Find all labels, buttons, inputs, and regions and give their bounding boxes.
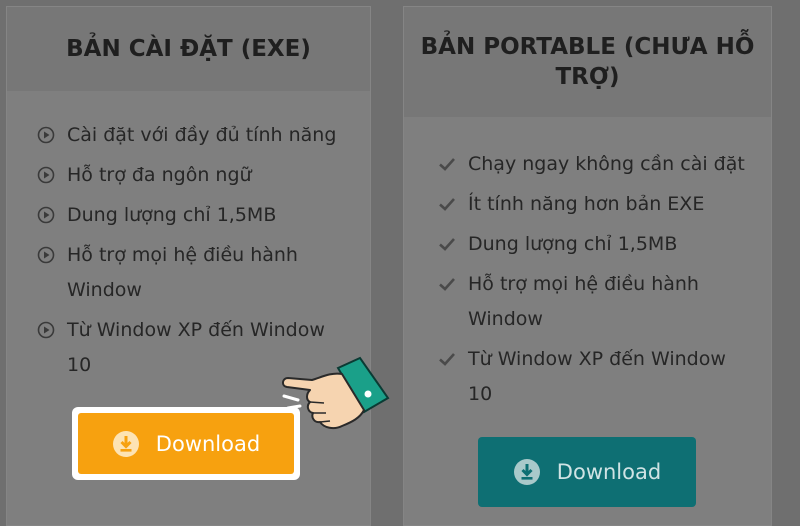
feature-item: Ít tính năng hơn bản EXE: [438, 187, 771, 222]
feature-list-portable: Chạy ngay không cần cài đặt Ít tính năng…: [404, 147, 771, 412]
feature-item: Từ Window XP đến Window 10: [438, 342, 771, 412]
download-portable-label: Download: [556, 460, 662, 484]
download-icon: [513, 459, 540, 485]
feature-text: Từ Window XP đến Window 10: [468, 348, 726, 405]
feature-item: Hỗ trợ mọi hệ điều hành Window: [37, 238, 370, 308]
check-icon: [439, 353, 455, 366]
feature-item: Dung lượng chỉ 1,5MB: [37, 198, 370, 233]
download-installer-label: Download: [155, 431, 261, 456]
feature-item: Chạy ngay không cần cài đặt: [438, 147, 771, 182]
download-icon: [112, 430, 139, 457]
feature-list-installer: Cài đặt với đầy đủ tính năng Hỗ trợ đa n…: [7, 118, 370, 383]
feature-text: Hỗ trợ mọi hệ điều hành Window: [468, 273, 699, 330]
check-icon: [439, 278, 455, 291]
download-installer-button[interactable]: Download: [72, 407, 300, 480]
feature-text: Hỗ trợ mọi hệ điều hành Window: [67, 244, 298, 301]
feature-item: Cài đặt với đầy đủ tính năng: [37, 118, 370, 153]
play-circle-icon: [37, 321, 55, 339]
play-circle-icon: [37, 246, 55, 264]
play-circle-icon: [37, 206, 55, 224]
play-circle-icon: [37, 166, 55, 184]
check-icon: [439, 238, 455, 251]
feature-text: Ít tính năng hơn bản EXE: [468, 193, 705, 215]
check-icon: [439, 158, 455, 171]
feature-item: Dung lượng chỉ 1,5MB: [438, 227, 771, 262]
download-portable-button[interactable]: Download: [478, 437, 696, 507]
feature-text: Dung lượng chỉ 1,5MB: [468, 233, 678, 255]
feature-item: Hỗ trợ mọi hệ điều hành Window: [438, 267, 771, 337]
feature-text: Hỗ trợ đa ngôn ngữ: [67, 164, 252, 186]
check-icon: [439, 198, 455, 211]
feature-item: Hỗ trợ đa ngôn ngữ: [37, 158, 370, 193]
feature-text: Cài đặt với đầy đủ tính năng: [67, 124, 337, 146]
card-title-portable: BẢN PORTABLE (CHƯA HỖ TRỢ): [404, 7, 771, 117]
card-title-installer: BẢN CÀI ĐẶT (EXE): [7, 7, 370, 91]
play-circle-icon: [37, 126, 55, 144]
hand-pointer-icon: [282, 356, 390, 430]
feature-text: Chạy ngay không cần cài đặt: [468, 153, 745, 175]
feature-text: Dung lượng chỉ 1,5MB: [67, 204, 277, 226]
download-installer-button-face[interactable]: Download: [78, 413, 294, 474]
